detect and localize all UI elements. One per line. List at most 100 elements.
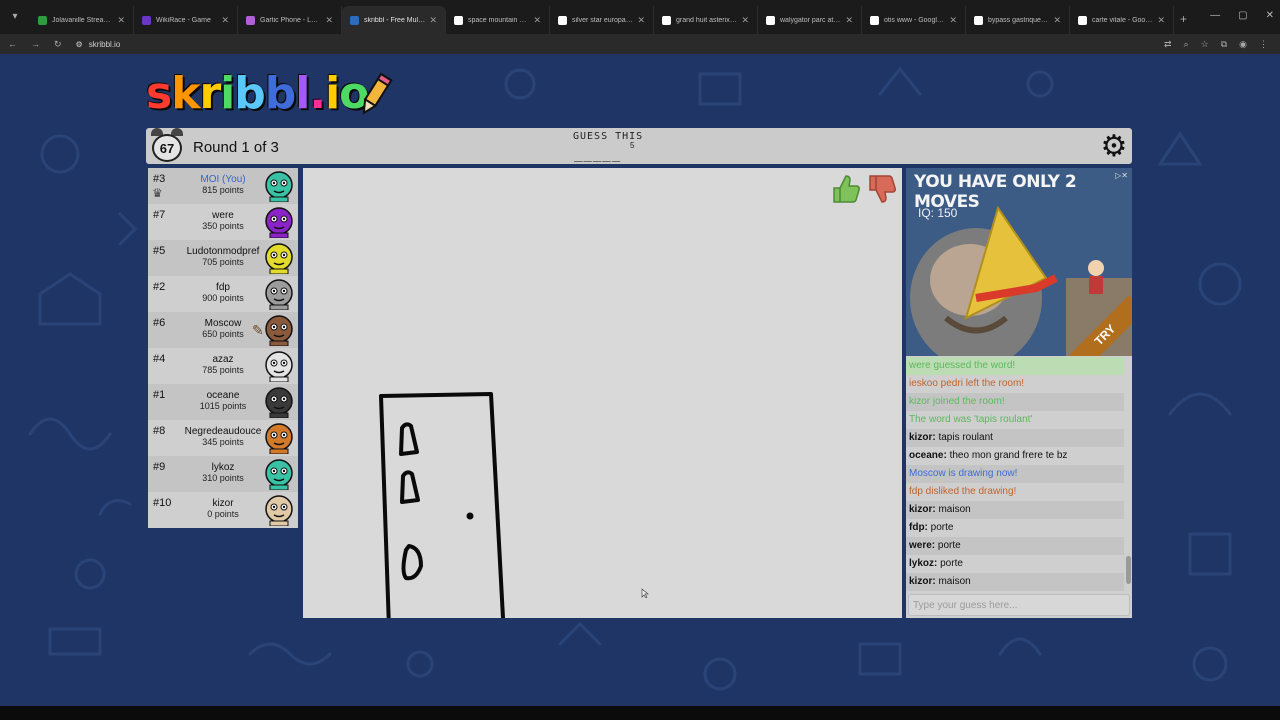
window-controls: — ▢ ✕ bbox=[1210, 10, 1274, 21]
translate-icon[interactable]: ⇄ bbox=[1164, 39, 1172, 50]
new-tab-icon[interactable]: + bbox=[1180, 12, 1187, 26]
player-row[interactable]: #2 fdp 900 points bbox=[148, 276, 298, 312]
browser-tab[interactable]: Jolavanille Stream - Watc✕ bbox=[30, 6, 134, 34]
browser-tab[interactable]: Gartic Phone - Le jeu du t ✕ bbox=[238, 6, 342, 34]
mouse-cursor-icon bbox=[641, 588, 649, 598]
zoom-icon[interactable]: ⌕ bbox=[1184, 39, 1189, 50]
maximize-icon[interactable]: ▢ bbox=[1238, 10, 1247, 21]
url-field[interactable]: ⚙ skribbl.io bbox=[76, 40, 121, 49]
tab-title: Gartic Phone - Le jeu du t bbox=[260, 16, 321, 24]
browser-tab[interactable]: bypass gastrique - Google ✕ bbox=[966, 6, 1070, 34]
tab-title: Jolavanille Stream - Watc bbox=[52, 16, 114, 24]
chat-text: fdp disliked the drawing! bbox=[909, 486, 1017, 497]
tab-title: space mountain disneylo bbox=[468, 16, 529, 24]
chat-text: maison bbox=[935, 576, 971, 587]
forward-icon[interactable]: → bbox=[31, 39, 40, 50]
player-rank: #7 bbox=[153, 209, 166, 221]
player-row[interactable]: #8 Negredeaudouce 345 points bbox=[148, 420, 298, 456]
chat-username: oceane: bbox=[909, 450, 947, 461]
player-list: #3 MOI (You) 815 points #7 were 350 points #5 L… bbox=[148, 168, 298, 528]
tab-close-icon[interactable]: ✕ bbox=[845, 15, 853, 26]
site-info-icon[interactable]: ⚙ bbox=[76, 40, 83, 49]
player-avatar bbox=[265, 351, 293, 382]
tab-favicon-icon bbox=[350, 15, 359, 25]
url-text: skribbl.io bbox=[88, 39, 121, 49]
tab-favicon-icon bbox=[142, 15, 151, 25]
player-row[interactable]: #3 MOI (You) 815 points bbox=[148, 168, 298, 204]
tab-close-icon[interactable]: ✕ bbox=[533, 15, 541, 26]
player-points: 705 points bbox=[202, 257, 244, 267]
tab-close-icon[interactable]: ✕ bbox=[949, 15, 957, 26]
tab-close-icon[interactable]: ✕ bbox=[221, 15, 229, 26]
chat-text: theo mon grand frere te bz bbox=[946, 450, 1068, 461]
browser-tab[interactable]: grand huit asterix - Goog ✕ bbox=[654, 6, 758, 34]
advertisement[interactable]: YOU HAVE ONLY 2 MOVES IQ: 150 ▷✕ TRY bbox=[906, 168, 1132, 356]
tab-close-icon[interactable]: ✕ bbox=[1053, 15, 1061, 26]
room-owner-crown-icon: ♛ bbox=[152, 186, 163, 200]
chat-message: were: porte bbox=[906, 537, 1124, 555]
chat-scrollbar[interactable] bbox=[1125, 356, 1132, 592]
browser-tab[interactable]: skribbl - Free Multiplayer✕ bbox=[342, 6, 446, 34]
tab-title: carte vitale - Google'da A bbox=[1092, 16, 1153, 24]
player-name: MOI (You) bbox=[200, 174, 246, 185]
tab-close-icon[interactable]: ✕ bbox=[637, 15, 645, 26]
tab-close-icon[interactable]: ✕ bbox=[429, 15, 437, 26]
player-rank: #8 bbox=[153, 425, 166, 437]
tab-title: bypass gastrique - Google bbox=[988, 16, 1049, 24]
back-icon[interactable]: ← bbox=[8, 39, 17, 50]
browser-tab[interactable]: WikiRace - Game ✕ bbox=[134, 6, 238, 34]
tab-close-icon[interactable]: ✕ bbox=[117, 15, 125, 26]
close-window-icon[interactable]: ✕ bbox=[1266, 10, 1274, 21]
ad-iq-label: IQ: 150 bbox=[918, 206, 958, 220]
browser-menu-icon[interactable]: ⋮ bbox=[1259, 39, 1268, 50]
drawing-canvas[interactable] bbox=[303, 168, 902, 618]
chat-text: porte bbox=[937, 558, 963, 569]
browser-tab[interactable]: silver star europapark - G✕ bbox=[550, 6, 654, 34]
ad-choices-icon[interactable]: ▷✕ bbox=[1115, 171, 1128, 180]
profile-icon[interactable]: ◉ bbox=[1239, 39, 1247, 50]
bookmark-star-icon[interactable]: ☆ bbox=[1201, 39, 1209, 50]
settings-gear-icon[interactable]: ⚙ bbox=[1097, 130, 1131, 164]
reload-icon[interactable]: ↻ bbox=[54, 39, 62, 50]
tab-close-icon[interactable]: ✕ bbox=[1157, 15, 1165, 26]
player-points: 345 points bbox=[202, 437, 244, 447]
minimize-icon[interactable]: — bbox=[1210, 10, 1220, 21]
tab-favicon-icon bbox=[558, 15, 567, 25]
door-drawing bbox=[379, 392, 505, 618]
taskbar-strip bbox=[0, 706, 1280, 720]
tab-title: walygator parc attraction bbox=[780, 16, 842, 24]
player-avatar bbox=[265, 387, 293, 418]
guess-input[interactable] bbox=[908, 594, 1130, 616]
tab-search-icon[interactable]: ▾ bbox=[4, 6, 26, 28]
chat-scroll-thumb[interactable] bbox=[1126, 556, 1131, 584]
chat-text: were guessed the word! bbox=[909, 360, 1016, 371]
browser-tab[interactable]: otis www - Google'da Ara ✕ bbox=[862, 6, 966, 34]
thumbs-down-icon[interactable] bbox=[864, 172, 898, 206]
player-avatar bbox=[265, 495, 293, 526]
player-row[interactable]: #6 Moscow 650 points bbox=[148, 312, 298, 348]
chat-text: maison bbox=[935, 504, 971, 515]
chat-message: Moscow is drawing now! bbox=[906, 465, 1124, 483]
player-points: 900 points bbox=[202, 293, 244, 303]
player-row[interactable]: #5 Ludotonmodpref 705 points bbox=[148, 240, 298, 276]
browser-tab[interactable]: walygator parc attraction✕ bbox=[758, 6, 862, 34]
player-row[interactable]: #7 were 350 points bbox=[148, 204, 298, 240]
browser-tab[interactable]: carte vitale - Google'da A ✕ bbox=[1070, 6, 1174, 34]
player-rank: #4 bbox=[153, 353, 166, 365]
browser-tab[interactable]: space mountain disneylo ✕ bbox=[446, 6, 550, 34]
thumbs-up-icon[interactable] bbox=[828, 172, 862, 206]
player-row[interactable]: #9 lykoz 310 points bbox=[148, 456, 298, 492]
timer-clock: 67 bbox=[150, 126, 186, 164]
player-row[interactable]: #10 kizor 0 points bbox=[148, 492, 298, 528]
player-points: 815 points bbox=[202, 185, 244, 195]
player-row[interactable]: #1 oceane 1015 points bbox=[148, 384, 298, 420]
chat-text: ieskoo pedri left the room! bbox=[909, 378, 1025, 389]
tab-close-icon[interactable]: ✕ bbox=[741, 15, 749, 26]
player-points: 310 points bbox=[202, 473, 244, 483]
extensions-icon[interactable]: ⧉ bbox=[1221, 39, 1227, 50]
chat-message: kizor joined the room! bbox=[906, 393, 1124, 411]
player-name: azaz bbox=[212, 354, 234, 365]
chat-text: Moscow is drawing now! bbox=[909, 468, 1018, 479]
tab-close-icon[interactable]: ✕ bbox=[325, 15, 333, 26]
player-row[interactable]: #4 azaz 785 points bbox=[148, 348, 298, 384]
